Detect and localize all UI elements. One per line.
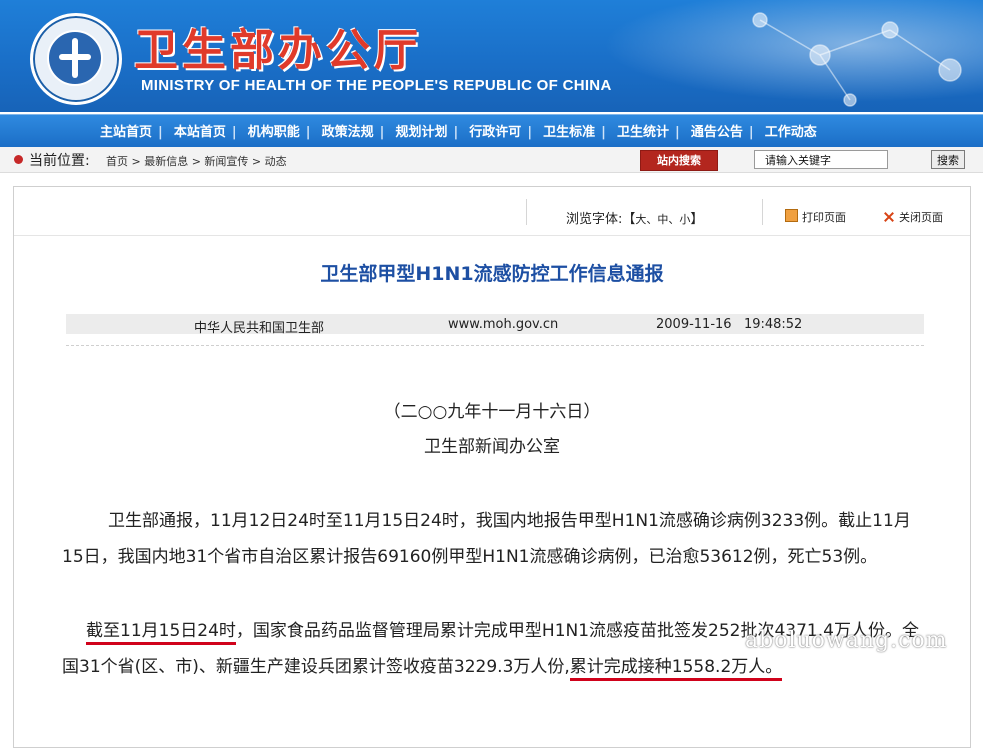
font-size-label: 浏览字体:【 [566,212,636,227]
nav-item-planning[interactable]: 规划计划 [391,125,451,140]
meta-divider [66,345,924,346]
main-nav: 主站首页 | 本站首页 | 机构职能 | 政策法规 | 规划计划 | 行政许可 | 卫生标准… [0,114,983,148]
article-source: 中华人民共和国卫生部 [194,321,325,336]
location-dot-icon [14,155,23,164]
font-size-separator: 、 [646,213,658,226]
nav-item-site-home[interactable]: 本站首页 [170,125,230,140]
nav-separator: | [601,125,606,140]
nav-separator: | [453,125,459,140]
print-page-link[interactable]: 打印页面 [785,209,846,225]
nav-item-main-home[interactable]: 主站首页 [96,125,156,140]
ministry-emblem-logo [30,13,122,105]
nav-separator: | [158,125,163,140]
nav-separator: | [675,125,680,140]
nav-item-policies[interactable]: 政策法规 [318,125,378,140]
location-label: 当前位置: [29,153,90,169]
close-page-link[interactable]: 关闭页面 [883,209,943,225]
nav-item-notices[interactable]: 通告公告 [687,125,747,140]
toolbar-divider [526,199,527,225]
font-size-selector: 浏览字体:【大、中、小】 [566,208,703,227]
site-title: 卫生部办公厅 [134,25,422,76]
watermark-text: aboluowang.com [745,628,948,653]
font-size-small[interactable]: 小 [679,213,690,226]
site-subtitle: MINISTRY OF HEALTH OF THE PEOPLE'S REPUB… [141,77,612,94]
nav-separator: | [379,125,385,140]
article-toolbar: 浏览字体:【大、中、小】 打印页面 关闭页面 [14,187,970,236]
molecule-decoration [752,12,962,107]
article-meta: 中华人民共和国卫生部 www.moh.gov.cn 2009-11-16 19:… [66,314,924,336]
font-size-close-bracket: 】 [690,212,704,227]
article-date-line: （二○○九年十一月十六日） [383,402,601,422]
font-size-separator: 、 [668,213,680,226]
close-icon [883,211,895,223]
nav-separator: | [231,125,237,140]
close-page-label: 关闭页面 [899,211,943,224]
toolbar-divider [762,199,763,225]
nav-item-permits[interactable]: 行政许可 [465,125,525,140]
nav-item-functions[interactable]: 机构职能 [244,125,304,140]
article-website: www.moh.gov.cn [448,317,559,332]
font-size-large[interactable]: 大 [635,213,646,226]
nav-item-standards[interactable]: 卫生标准 [539,125,599,140]
article-title: 卫生部甲型H1N1流感防控工作信息通报 [320,263,664,285]
article-paragraph: 卫生部通报，11月12日24时至11月15日24时，我国内地报告甲型H1N1流感… [62,511,911,567]
nav-separator: | [748,125,754,140]
site-search-button[interactable]: 站内搜索 [640,150,718,171]
print-page-label: 打印页面 [802,211,846,224]
nav-item-work-news[interactable]: 工作动态 [761,125,821,140]
site-banner: 卫生部办公厅 MINISTRY OF HEALTH OF THE PEOPLE'… [0,0,983,112]
highlighted-text: 截至11月15日24时 [86,621,236,645]
search-input[interactable] [754,150,888,169]
nav-separator: | [305,125,311,140]
nav-separator: | [527,125,533,140]
nav-item-statistics[interactable]: 卫生统计 [613,125,673,140]
breadcrumb[interactable]: 首页 > 最新信息 > 新闻宣传 > 动态 [106,153,287,169]
search-submit-button[interactable]: 搜索 [931,150,965,169]
font-size-medium[interactable]: 中 [657,213,668,226]
article-frame: 浏览字体:【大、中、小】 打印页面 关闭页面 卫生部甲型H1N1流感防控工作信息… [13,186,971,748]
highlighted-text: 累计完成接种1558.2万人。 [569,657,783,681]
print-icon [785,209,798,222]
article-datetime: 2009-11-16 19:48:52 [656,317,803,332]
article-office-line: 卫生部新闻办公室 [424,437,560,457]
